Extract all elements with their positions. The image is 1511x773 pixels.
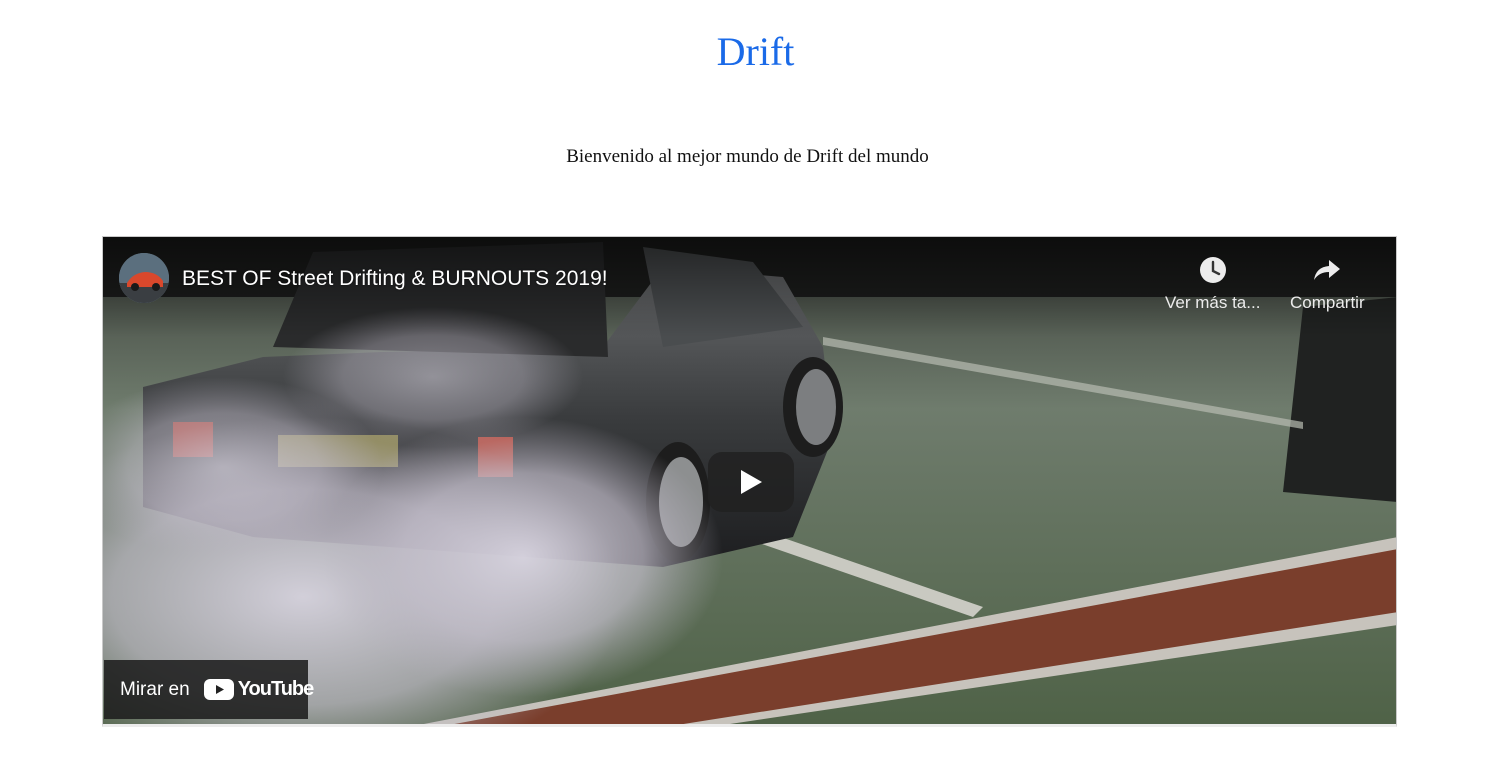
share-label: Compartir <box>1290 293 1365 312</box>
clock-icon <box>1198 255 1228 285</box>
watch-later-label: Ver más ta... <box>1165 293 1261 312</box>
youtube-logo: YouTube <box>203 678 315 701</box>
channel-avatar[interactable] <box>119 253 169 303</box>
youtube-play-icon <box>203 679 234 700</box>
play-button[interactable] <box>708 452 794 512</box>
share-arrow-icon <box>1312 255 1342 285</box>
watch-later-button[interactable]: Ver más ta... <box>1165 255 1260 313</box>
play-icon <box>741 470 762 494</box>
watch-on-youtube-button[interactable]: Mirar en YouTube <box>104 660 314 719</box>
share-button[interactable]: Compartir <box>1290 255 1365 313</box>
welcome-text: Bienvenido al mejor mundo de Drift del m… <box>566 146 929 167</box>
youtube-embed[interactable]: BEST OF Street Drifting & BURNOUTS 2019!… <box>102 236 1397 727</box>
watch-on-label: Mirar en <box>120 678 190 700</box>
page-title: Drift <box>716 29 795 74</box>
channel-avatar-image <box>119 253 169 303</box>
youtube-logo-text: YouTube <box>237 678 315 700</box>
video-title-link[interactable]: BEST OF Street Drifting & BURNOUTS 2019! <box>182 266 608 292</box>
